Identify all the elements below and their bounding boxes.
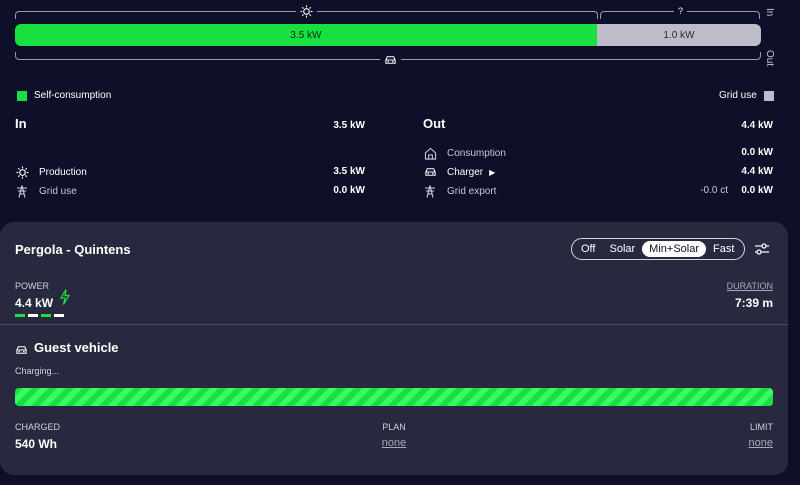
grid-export-row: Grid export — [423, 184, 496, 198]
car-icon — [423, 165, 437, 179]
out-heading: Out — [423, 116, 446, 131]
charged-label: CHARGED — [15, 422, 61, 432]
self-consumption-segment: 3.5 kW — [15, 24, 597, 46]
bolt-icon — [59, 289, 71, 310]
limit-label: LIMIT — [749, 422, 773, 432]
car-icon — [380, 55, 401, 65]
grid-use-value: 0.0 kW — [333, 185, 365, 196]
out-total: 4.4 kW — [741, 120, 773, 131]
phase-1 — [15, 314, 25, 317]
charged-value: 540 Wh — [15, 437, 58, 451]
duration-value: 7:39 m — [734, 296, 773, 310]
phase-4 — [54, 314, 64, 317]
car-icon — [15, 342, 28, 360]
loadpoint-title: Pergola - Quintens — [15, 242, 131, 257]
sliders-icon[interactable] — [754, 242, 770, 256]
limit-value[interactable]: none — [705, 437, 773, 449]
sun-icon — [15, 165, 29, 179]
side-label-out: Out — [764, 50, 775, 67]
phase-3 — [41, 314, 51, 317]
grid-segment: 1.0 kW — [596, 24, 761, 46]
caret-right-icon: ▶ — [489, 167, 496, 177]
consumption-row: Consumption — [423, 146, 506, 160]
sun-icon — [296, 5, 317, 18]
vehicle-title[interactable]: Guest vehicle — [34, 340, 119, 355]
card-divider — [0, 324, 788, 325]
energy-flow-bar: 3.5 kW 1.0 kW — [15, 24, 761, 46]
consumption-value: 0.0 kW — [741, 147, 773, 158]
plan-value[interactable]: none — [354, 437, 434, 449]
production-value: 3.5 kW — [333, 166, 365, 177]
production-row: Production — [15, 165, 87, 179]
charge-mode-selector: Off Solar Min+Solar Fast — [571, 238, 745, 260]
charge-progress-bar — [15, 388, 773, 406]
mode-solar-button[interactable]: Solar — [602, 241, 642, 257]
self-consumption-swatch — [17, 90, 27, 101]
mode-minsolar-button[interactable]: Min+Solar — [642, 241, 706, 257]
home-icon — [423, 146, 437, 160]
in-total: 3.5 kW — [333, 120, 365, 131]
grid-use-swatch — [763, 90, 774, 101]
power-value: 4.4 kW — [15, 296, 54, 310]
grid-export-value: 0.0 kW — [741, 185, 773, 196]
phase-2 — [28, 314, 38, 317]
legend-self-consumption: Self-consumption — [17, 90, 111, 101]
grid-unknown-hint: ? — [674, 5, 688, 17]
in-heading: In — [15, 116, 27, 131]
duration-label[interactable]: DURATION — [705, 281, 773, 291]
mode-fast-button[interactable]: Fast — [706, 241, 741, 257]
charger-value: 4.4 kW — [741, 166, 773, 177]
side-label-in: In — [764, 8, 775, 17]
plan-label: PLAN — [382, 422, 406, 432]
charging-status: Charging... — [15, 366, 60, 376]
power-tower-icon — [15, 184, 29, 198]
power-label: POWER — [15, 281, 50, 291]
grid-use-row: Grid use — [15, 184, 77, 198]
phase-indicator — [15, 314, 64, 317]
charger-row[interactable]: Charger ▶ — [423, 165, 495, 179]
mode-off-button[interactable]: Off — [574, 241, 602, 257]
legend-grid-use: Grid use — [719, 90, 774, 101]
power-tower-icon — [423, 184, 437, 198]
